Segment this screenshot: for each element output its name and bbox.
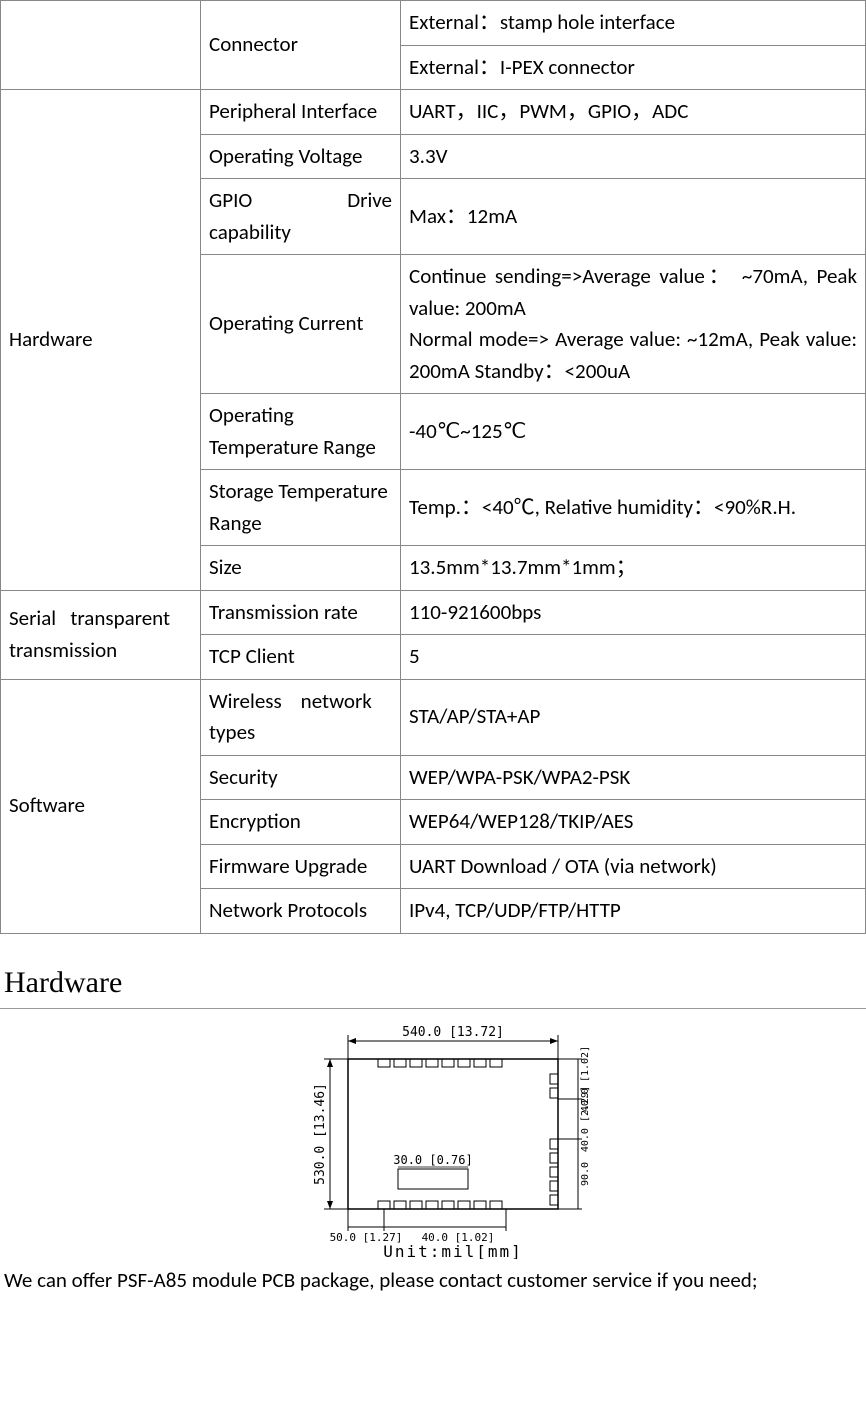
gpio-drive-line1: GPIO Drive: [209, 187, 392, 213]
hardware-key-1: Operating Voltage: [201, 134, 401, 179]
dim-r-mid-text: 40.0 [2.29]: [580, 1085, 591, 1151]
serial-val-1: 5: [401, 635, 866, 680]
divider: [0, 1008, 866, 1009]
pcb-svg: 540.0 [13.72] 530.0 [13.46] 30.0 [0.76] …: [248, 1019, 618, 1259]
hardware-val-0: UART，IIC，PWM，GPIO，ADC: [401, 90, 866, 135]
hardware-val-6: 13.5mm*13.7mm*1mm；: [401, 546, 866, 591]
gpio-drive-line2: capability: [209, 217, 291, 249]
hardware-key-6: Size: [201, 546, 401, 591]
dim-left-text: 530.0 [13.46]: [313, 1083, 328, 1185]
hardware-heading: Hardware: [0, 966, 866, 1000]
spec-table: Connector External：stamp hole interface …: [0, 0, 866, 934]
serial-key-1: TCP Client: [201, 635, 401, 680]
serial-val-0: 110-921600bps: [401, 590, 866, 635]
serial-key-0: Transmission rate: [201, 590, 401, 635]
connector-val1: External：stamp hole interface: [401, 1, 866, 46]
software-val-3: UART Download / OTA (via network): [401, 844, 866, 889]
dim-inner-text: 30.0 [0.76]: [393, 1153, 472, 1167]
hardware-key-0: Peripheral Interface: [201, 90, 401, 135]
hardware-val-2: Max：12mA: [401, 179, 866, 255]
hardware-key-5: Storage Temperature Range: [201, 470, 401, 546]
dim-r-bot-text: 90.0: [580, 1161, 591, 1185]
hardware-val-4: -40℃~125℃: [401, 394, 866, 470]
dim-top-text: 540.0 [13.72]: [402, 1025, 504, 1040]
footer-text: We can offer PSF-A85 module PCB package,…: [0, 1265, 866, 1297]
unit-text: Unit:mil[mm]: [383, 1242, 523, 1259]
connector-row-group: [1, 1, 201, 90]
software-val-4: IPv4, TCP/UDP/FTP/HTTP: [401, 889, 866, 934]
hardware-key-3: Operating Current: [201, 255, 401, 394]
connector-val2: External：I-PEX connector: [401, 45, 866, 90]
serial-label: Serial transparenttransmission: [1, 590, 201, 679]
hardware-key-4: Operating Temperature Range: [201, 394, 401, 470]
hardware-val-5: Temp.：<40℃, Relative humidity：<90%R.H.: [401, 470, 866, 546]
software-key-4: Network Protocols: [201, 889, 401, 934]
software-key-1: Security: [201, 755, 401, 800]
connector-label: Connector: [201, 1, 401, 90]
software-key-3: Firmware Upgrade: [201, 844, 401, 889]
software-label: Software: [1, 679, 201, 933]
software-val-1: WEP/WPA-PSK/WPA2-PSK: [401, 755, 866, 800]
software-key-2: Encryption: [201, 800, 401, 845]
hardware-val-1: 3.3V: [401, 134, 866, 179]
software-val-2: WEP64/WEP128/TKIP/AES: [401, 800, 866, 845]
software-val-0: STA/AP/STA+AP: [401, 679, 866, 755]
hardware-val-3: Continue sending=>Average value： ~70mA, …: [401, 255, 866, 394]
hardware-key-2: GPIO Drive capability: [201, 179, 401, 255]
software-key-0: Wireless networktypes: [201, 679, 401, 755]
pcb-diagram: 540.0 [13.72] 530.0 [13.46] 30.0 [0.76] …: [0, 1015, 866, 1265]
hardware-label: Hardware: [1, 90, 201, 591]
